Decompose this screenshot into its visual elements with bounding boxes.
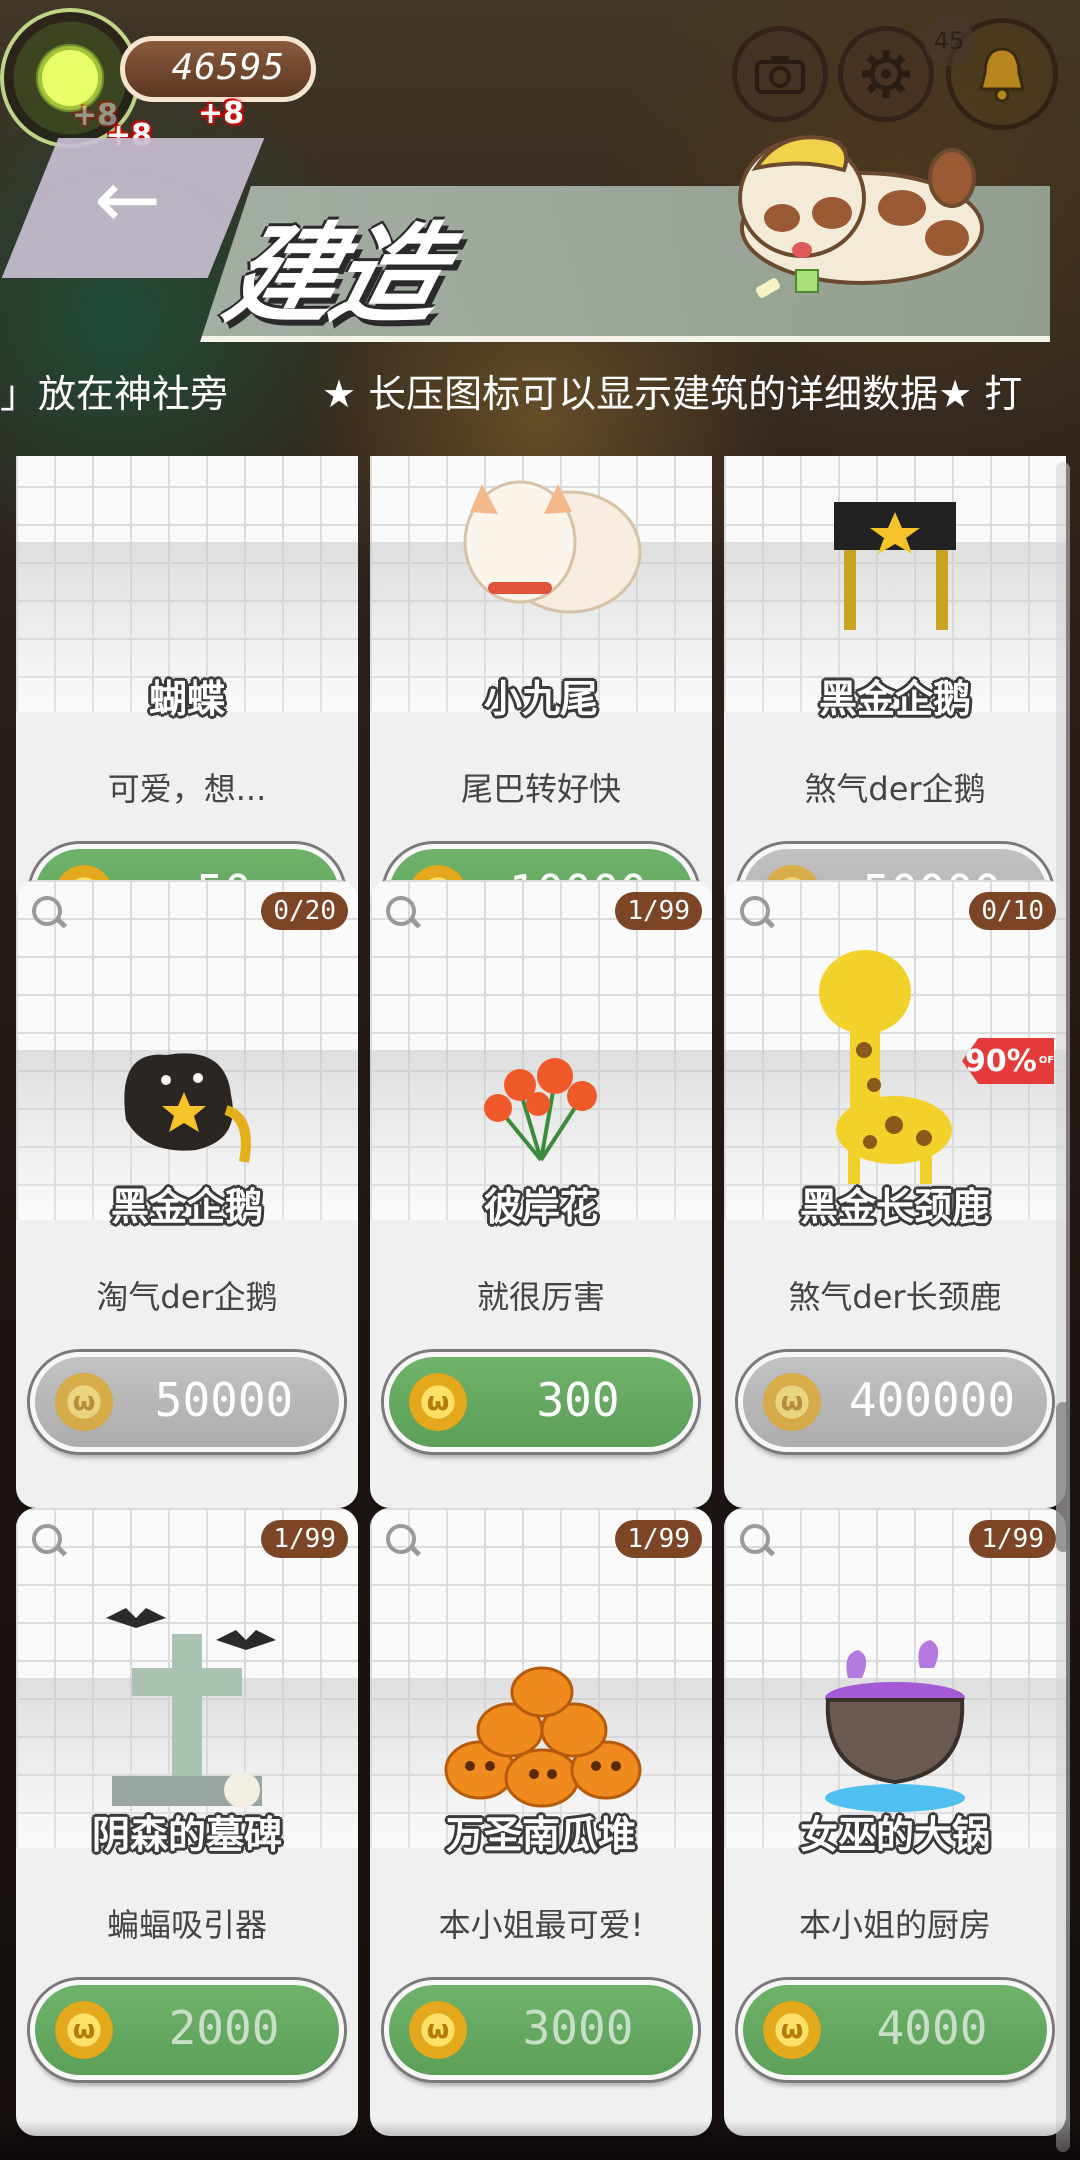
discount-tag: 90% OFF	[962, 1038, 1054, 1084]
settings-button[interactable]	[838, 26, 934, 122]
tombstone-illustration	[106, 1608, 276, 1808]
coin-gain-popup: +8	[198, 96, 245, 131]
item-description: 可爱，想...	[107, 770, 267, 808]
item-price: 400000	[848, 1373, 1016, 1427]
buy-button[interactable]: ω 400000	[738, 1352, 1052, 1452]
back-arrow-icon: ←	[94, 153, 162, 246]
bell-icon	[979, 47, 1025, 103]
owned-count-badge: 1/99	[615, 892, 702, 930]
build-item-card[interactable]: 0/20 黑金企鹅 淘气der企鹅 ω 50000	[16, 880, 358, 1508]
pumpkin-pile-illustration	[444, 1666, 642, 1808]
item-name: 黑金长颈鹿	[799, 1185, 990, 1229]
owned-count-badge: 1/99	[615, 1520, 702, 1558]
buy-button[interactable]: ω 300	[384, 1352, 698, 1452]
coin-value: 46595	[171, 47, 285, 88]
build-item-list[interactable]: 蝴蝶 可爱，想... ω 50 小九尾 尾巴转好快 ω 10000	[0, 456, 1080, 2160]
rabbit-coin-icon: ω	[763, 2001, 821, 2059]
item-price: 3000	[522, 2001, 634, 2055]
gear-icon	[862, 50, 910, 98]
mascot-dog-illustration	[738, 135, 984, 298]
owned-count-badge: 0/20	[261, 892, 348, 930]
item-price: 2000	[168, 2001, 280, 2055]
build-item-card[interactable]: 1/99 阴森的墓碑 蝙蝠吸引器 ω 2000	[16, 1508, 358, 2136]
item-description: 本小姐最可爱!	[438, 1906, 644, 1944]
scrollbar-thumb[interactable]	[1056, 1402, 1070, 1552]
item-name: 蝴蝶	[148, 677, 225, 721]
build-item-card[interactable]: 1/99 女巫的大锅 本小姐的厨房 ω 4000	[724, 1508, 1066, 2136]
camera-icon	[755, 56, 805, 94]
build-item-card[interactable]: 1/99 万圣南瓜堆 本小姐最可爱! ω 3000	[370, 1508, 712, 2136]
build-item-card[interactable]: 0/10 90% OFF 黑金长颈鹿 煞气der长颈鹿 ω 400000	[724, 880, 1066, 1508]
item-price: 4000	[876, 2001, 988, 2055]
witch-cauldron-illustration	[825, 1640, 965, 1812]
rabbit-coin-icon: ω	[409, 2001, 467, 2059]
notification-badge: 45	[924, 16, 974, 66]
buy-button[interactable]: ω 2000	[30, 1980, 344, 2080]
magnifier-icon[interactable]	[740, 896, 770, 926]
tips-ticker: 」放在神社旁 ★ 长压图标可以显示建筑的详细数据★ 打	[0, 356, 1080, 432]
owned-count-badge: 1/99	[261, 1520, 348, 1558]
discount-value: 90%	[965, 1043, 1037, 1079]
item-name: 万圣南瓜堆	[445, 1813, 636, 1857]
item-name: 彼岸花	[483, 1185, 598, 1229]
item-description: 就很厉害	[476, 1278, 605, 1316]
rabbit-coin-icon: ω	[55, 1373, 113, 1431]
magnifier-icon[interactable]	[386, 896, 416, 926]
ticker-text: ★ 长压图标可以显示建筑的详细数据★ 打	[322, 372, 1023, 416]
item-description: 煞气der企鹅	[804, 770, 986, 808]
black-gold-penguin-illustration	[124, 1053, 251, 1163]
item-name: 黑金企鹅	[818, 677, 971, 721]
page-title: 建造	[214, 213, 454, 338]
item-price: 300	[536, 1373, 620, 1427]
list-scrollbar[interactable]	[1056, 462, 1070, 2152]
buy-button[interactable]: ω 4000	[738, 1980, 1052, 2080]
owned-count-badge: 1/99	[969, 1520, 1056, 1558]
buy-button[interactable]: ω 3000	[384, 1980, 698, 2080]
item-description: 尾巴转好快	[460, 770, 621, 808]
magnifier-icon[interactable]	[32, 1524, 62, 1554]
item-price: 50000	[154, 1373, 294, 1427]
item-description: 本小姐的厨房	[798, 1906, 991, 1944]
spider-lily-illustration	[484, 1058, 597, 1162]
coin-counter: 46595	[120, 36, 316, 102]
build-item-card[interactable]: 1/99 彼岸花 就很厉害 ω 300	[370, 880, 712, 1508]
magnifier-icon[interactable]	[32, 896, 62, 926]
rabbit-coin-icon: ω	[409, 1373, 467, 1431]
owned-count-badge: 0/10	[969, 892, 1056, 930]
rabbit-coin-icon: ω	[55, 2001, 113, 2059]
item-description: 淘气der企鹅	[96, 1278, 278, 1316]
item-name: 小九尾	[483, 677, 598, 721]
rabbit-coin-icon: ω	[763, 1373, 821, 1431]
buy-button[interactable]: ω 50000	[30, 1352, 344, 1452]
magnifier-icon[interactable]	[386, 1524, 416, 1554]
magnifier-icon[interactable]	[740, 1524, 770, 1554]
bottom-fade	[0, 2120, 1080, 2160]
camera-button[interactable]	[732, 26, 828, 122]
ticker-text: 」放在神社旁	[0, 372, 229, 416]
item-name: 女巫的大锅	[799, 1813, 990, 1857]
item-name: 阴森的墓碑	[91, 1813, 282, 1857]
item-name: 黑金企鹅	[110, 1185, 263, 1229]
item-description: 蝙蝠吸引器	[106, 1906, 267, 1944]
item-description: 煞气der长颈鹿	[788, 1278, 1002, 1316]
